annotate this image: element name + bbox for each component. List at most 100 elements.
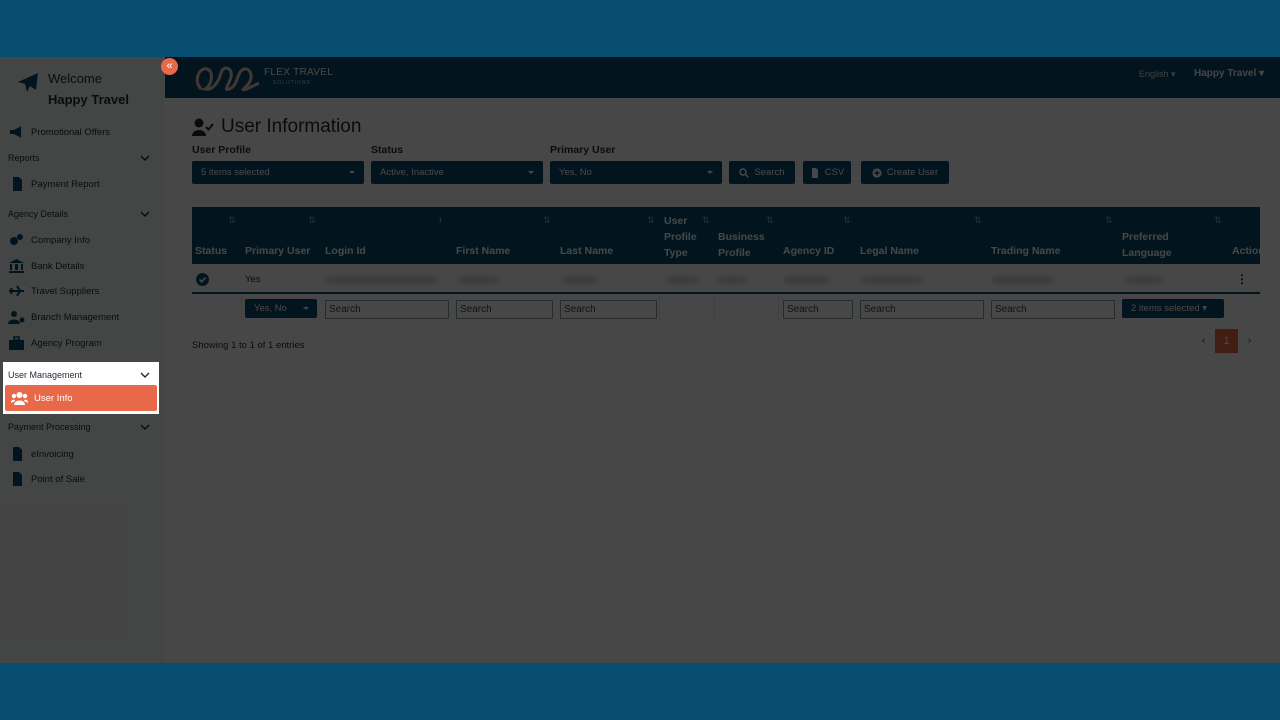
sidebar-item-label: Bank Details — [31, 260, 85, 272]
sidebar-item-label: User Info — [34, 392, 73, 404]
sidebar-item-label: Payment Report — [31, 178, 100, 190]
welcome-block: Welcome Happy Travel — [14, 69, 164, 113]
trading-name-search[interactable]: Search — [991, 300, 1115, 319]
sort-icon[interactable]: ⇅ — [843, 215, 851, 226]
active-check-icon — [196, 273, 209, 286]
sidebar-item-label: Company Info — [31, 234, 91, 246]
sidebar-section-reports[interactable]: Reports — [8, 149, 150, 167]
sort-icon[interactable]: ⇅ — [308, 215, 316, 226]
pagination-prev[interactable]: ‹ — [1192, 329, 1215, 353]
legal-name-search[interactable]: Search — [860, 300, 984, 319]
sidebar-item-travel-suppliers[interactable]: Travel Suppliers — [8, 281, 158, 301]
section-label: Reports — [8, 153, 40, 163]
welcome-text: Welcome — [48, 71, 102, 86]
sort-icon[interactable]: ⇅ — [543, 215, 551, 226]
cell-divider — [192, 296, 242, 322]
cell-divider — [715, 296, 779, 322]
pagination-page-1[interactable]: 1 — [1215, 329, 1238, 353]
preferred-language-filter[interactable]: 2 items selected ▾ — [1122, 299, 1224, 318]
sort-icon[interactable]: ⇅ — [647, 215, 655, 226]
col-agency-id[interactable]: Agency ID — [783, 245, 834, 257]
sidebar-section-agency-details[interactable]: Agency Details — [8, 205, 150, 223]
airplane-icon — [8, 284, 25, 298]
invoice-icon — [8, 447, 25, 461]
agency-id-search[interactable]: Search — [783, 300, 853, 319]
last-name-search[interactable]: Search — [560, 300, 657, 319]
sidebar-item-einvoicing[interactable]: eInvoicing — [8, 444, 158, 464]
caret-down-icon — [303, 307, 309, 310]
redacted-language — [1124, 276, 1162, 284]
table-row[interactable]: Yes ⋮ — [192, 264, 1260, 294]
primary-user-filter[interactable]: Yes, No — [245, 299, 317, 318]
sidebar-item-point-of-sale[interactable]: Point of Sale — [8, 469, 158, 489]
sidebar: Welcome Happy Travel Promotional Offers … — [0, 57, 165, 663]
sidebar-section-user-management[interactable]: User Management — [8, 366, 150, 384]
redacted-business-profile — [718, 276, 746, 284]
col-primary-user[interactable]: Primary User — [245, 245, 310, 257]
user-gear-icon — [8, 310, 25, 324]
chevron-down-icon — [140, 424, 150, 430]
sidebar-item-label: Point of Sale — [31, 473, 85, 485]
app-window: Welcome Happy Travel Promotional Offers … — [0, 57, 1280, 663]
pagination: ‹ 1 › — [1192, 329, 1261, 353]
section-label: Payment Processing — [8, 422, 91, 432]
section-label: Agency Details — [8, 209, 69, 219]
sidebar-item-label: Promotional Offers — [31, 126, 111, 138]
filter-value: Yes, No — [254, 303, 287, 314]
login-id-search[interactable]: Search — [325, 300, 449, 319]
sort-icon[interactable]: ⇅ — [974, 215, 982, 226]
sidebar-item-label: Branch Management — [31, 311, 120, 323]
sort-icon[interactable]: ⇅ — [228, 215, 236, 226]
col-login-id[interactable]: Login Id — [325, 245, 366, 257]
col-business-profile[interactable]: Business Profile — [718, 229, 774, 261]
sort-asc-icon[interactable]: ↑ — [438, 215, 443, 225]
receipt-icon — [8, 472, 25, 486]
col-legal-name[interactable]: Legal Name — [860, 245, 919, 257]
redacted-profile-type — [666, 276, 698, 284]
sidebar-item-promotional-offers[interactable]: Promotional Offers — [8, 122, 158, 142]
table-header: ⇅ ⇅ ↑ ⇅ ⇅ ⇅ ⇅ ⇅ ⇅ ⇅ ⇅ Status Primary Use… — [192, 207, 1265, 264]
redacted-trading-name — [992, 276, 1054, 284]
redacted-legal-name — [862, 276, 924, 284]
sidebar-item-company-info[interactable]: Company Info — [8, 230, 158, 250]
sort-icon[interactable]: ⇅ — [1105, 215, 1113, 226]
chevron-down-icon — [140, 155, 150, 161]
bank-icon — [8, 259, 25, 273]
col-user-profile-type[interactable]: User Profile Type — [664, 213, 708, 261]
sidebar-item-bank-details[interactable]: Bank Details — [8, 256, 158, 276]
megaphone-icon — [8, 125, 25, 139]
sidebar-item-label: Travel Suppliers — [31, 285, 100, 297]
sort-icon[interactable]: ⇅ — [1214, 215, 1222, 226]
cell-primary-user: Yes — [245, 274, 261, 285]
sidebar-item-agency-program[interactable]: Agency Program — [8, 333, 158, 353]
column-filter-row: Yes, No Search Search Search Search Sear… — [192, 296, 1260, 322]
sidebar-item-user-info[interactable]: User Info — [5, 385, 157, 411]
document-icon — [8, 177, 25, 191]
first-name-search[interactable]: Search — [456, 300, 553, 319]
sidebar-item-label: Agency Program — [31, 337, 102, 349]
col-preferred-language[interactable]: Preferred Language — [1122, 229, 1192, 261]
col-last-name[interactable]: Last Name — [560, 245, 613, 257]
redacted-agency-id — [784, 276, 830, 284]
agency-name: Happy Travel — [48, 92, 129, 107]
table-area: ⇅ ⇅ ↑ ⇅ ⇅ ⇅ ⇅ ⇅ ⇅ ⇅ ⇅ Status Primary Use… — [175, 57, 1275, 663]
filter-value: 2 items selected ▾ — [1131, 303, 1208, 314]
more-actions-icon[interactable]: ⋮ — [1236, 272, 1248, 286]
cell-divider — [659, 296, 715, 322]
chevron-down-icon — [140, 211, 150, 217]
sidebar-collapse-button[interactable]: « — [161, 58, 178, 75]
redacted-login-id — [326, 276, 438, 284]
sidebar-item-label: eInvoicing — [31, 448, 74, 460]
col-first-name[interactable]: First Name — [456, 245, 510, 257]
briefcase-icon — [8, 336, 25, 350]
paper-plane-icon — [18, 73, 38, 92]
sort-icon[interactable]: ⇅ — [766, 215, 774, 226]
sidebar-item-branch-management[interactable]: Branch Management — [8, 307, 158, 327]
sidebar-section-payment-processing[interactable]: Payment Processing — [8, 418, 150, 436]
entries-info: Showing 1 to 1 of 1 entries — [192, 340, 305, 351]
col-trading-name[interactable]: Trading Name — [991, 245, 1060, 257]
col-status[interactable]: Status — [195, 245, 227, 257]
sidebar-item-payment-report[interactable]: Payment Report — [8, 174, 158, 194]
user-management-highlight: User Management User Info — [3, 362, 159, 414]
pagination-next[interactable]: › — [1238, 329, 1261, 353]
